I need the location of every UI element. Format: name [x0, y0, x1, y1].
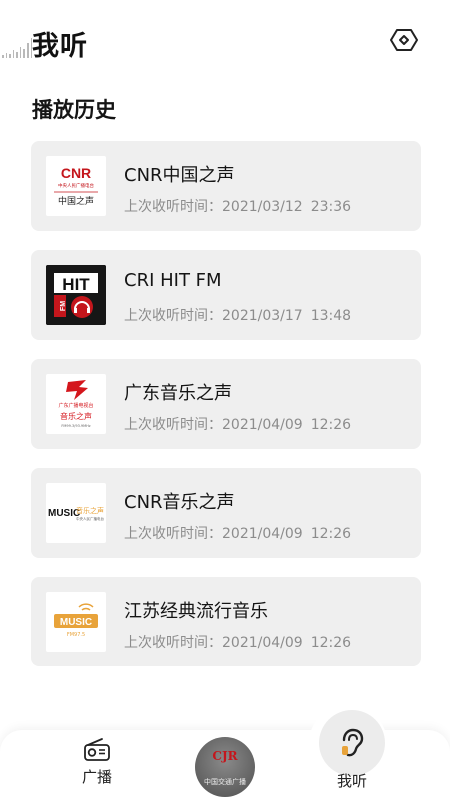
- station-logo: MUSIC 音乐之声 中央人民广播电台: [46, 483, 106, 543]
- history-item-jiangsu-classic-pop[interactable]: MUSIC FM97.5 江苏经典流行音乐 上次收听时间：2021/04/09 1…: [31, 577, 421, 666]
- svg-text:FM: FM: [60, 301, 67, 311]
- history-list: CNR 中央人民广播电台 中国之声 CNR中国之声 上次收听时间：2021/03…: [31, 141, 421, 685]
- radio-icon: [84, 738, 110, 761]
- station-name: 广东音乐之声: [124, 383, 232, 404]
- hit-fm-logo-icon: HIT FM: [46, 265, 106, 325]
- history-item-cri-hit-fm[interactable]: HIT FM CRI HIT FM 上次收听时间：2021/03/17 13:48: [31, 250, 421, 340]
- history-item-cnr-voice-of-china[interactable]: CNR 中央人民广播电台 中国之声 CNR中国之声 上次收听时间：2021/03…: [31, 141, 421, 231]
- last-listen-time: 上次收听时间：2021/04/09 12:26: [124, 526, 352, 542]
- cnr-logo-icon: CNR 中央人民广播电台 中国之声: [54, 165, 98, 207]
- svg-text:FM97.5: FM97.5: [67, 632, 85, 638]
- station-logo: MUSIC FM97.5: [46, 592, 106, 652]
- tab-mine-bubble: [319, 710, 385, 776]
- jiangsu-music-logo-icon: MUSIC FM97.5: [54, 603, 98, 638]
- header: 我听: [0, 0, 450, 90]
- hexagon-settings-icon: [390, 29, 418, 51]
- page-title: 我听: [32, 31, 88, 62]
- now-playing-caption: 中国交通广播: [204, 778, 246, 786]
- station-name: CRI HIT FM: [124, 270, 222, 291]
- history-item-guangdong-music[interactable]: 广东广播电视台 音乐之声 FM99.3/93.9MHz 广东音乐之声 上次收听时…: [31, 359, 421, 449]
- history-item-cnr-music[interactable]: MUSIC 音乐之声 中央人民广播电台 CNR音乐之声 上次收听时间：2021/…: [31, 468, 421, 558]
- section-title-history: 播放历史: [32, 97, 116, 122]
- last-listen-time: 上次收听时间：2021/03/12 23:36: [124, 199, 352, 215]
- tab-mine[interactable]: 我听: [312, 710, 392, 800]
- last-listen-time: 上次收听时间：2021/03/17 13:48: [124, 308, 352, 324]
- svg-text:MUSIC: MUSIC: [60, 617, 92, 628]
- svg-text:HIT: HIT: [62, 275, 90, 294]
- tab-mine-label: 我听: [336, 772, 367, 790]
- svg-text:中国之声: 中国之声: [58, 195, 94, 207]
- svg-text:广东广播电视台: 广东广播电视台: [58, 402, 93, 409]
- last-listen-time: 上次收听时间：2021/04/09 12:26: [124, 417, 352, 433]
- svg-text:音乐之声: 音乐之声: [60, 411, 92, 421]
- tab-broadcast[interactable]: 广播: [57, 730, 137, 800]
- tab-broadcast-label: 广播: [81, 768, 112, 786]
- station-logo: CNR 中央人民广播电台 中国之声: [46, 156, 106, 216]
- last-listen-time: 上次收听时间：2021/04/09 12:26: [124, 635, 352, 651]
- now-playing-logo: CJR: [212, 749, 238, 763]
- equalizer-decoration-icon: [2, 32, 33, 58]
- svg-text:FM99.3/93.9MHz: FM99.3/93.9MHz: [61, 424, 90, 428]
- settings-button[interactable]: [389, 27, 419, 53]
- svg-text:音乐之声: 音乐之声: [76, 506, 104, 515]
- cnr-music-logo-icon: MUSIC 音乐之声 中央人民广播电台: [48, 506, 104, 521]
- now-playing-button[interactable]: CJR 中国交通广播: [195, 737, 255, 797]
- station-name: CNR中国之声: [124, 165, 235, 186]
- svg-text:CNR: CNR: [61, 165, 91, 181]
- guangdong-radio-logo-icon: 广东广播电视台 音乐之声 FM99.3/93.9MHz: [58, 380, 94, 428]
- svg-text:中央人民广播电台: 中央人民广播电台: [58, 182, 94, 189]
- ear-icon: [342, 728, 364, 757]
- station-logo: HIT FM: [46, 265, 106, 325]
- station-name: 江苏经典流行音乐: [124, 601, 268, 622]
- station-logo: 广东广播电视台 音乐之声 FM99.3/93.9MHz: [46, 374, 106, 434]
- svg-text:中央人民广播电台: 中央人民广播电台: [76, 516, 104, 521]
- station-name: CNR音乐之声: [124, 492, 235, 513]
